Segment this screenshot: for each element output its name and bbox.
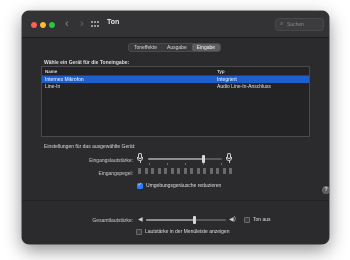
- speaker-icon: ◀: [138, 216, 143, 223]
- level-segment: [177, 168, 180, 174]
- sound-preferences-window: ‹ › Ton ⌕ Toneffekte Ausgabe Eingabe Wäh…: [22, 11, 329, 244]
- level-segment: [144, 168, 148, 174]
- mute-label[interactable]: Ton aus: [253, 217, 271, 223]
- noise-reduction-checkbox[interactable]: [137, 182, 143, 189]
- close-window-button[interactable]: [31, 22, 37, 28]
- slider-tick: [149, 163, 150, 165]
- slider-tick: [203, 163, 204, 165]
- help-icon[interactable]: ?: [322, 186, 329, 194]
- menu-bar-volume-label[interactable]: Lautstärke in der Menüleiste anzeigen: [145, 229, 230, 235]
- slider-tick: [221, 163, 222, 165]
- level-segment: [164, 168, 167, 174]
- device-type: Audio Line-In-Anschluss: [217, 84, 271, 90]
- grid-icon[interactable]: [91, 21, 100, 28]
- level-segment: [209, 168, 213, 174]
- microphone-loud-icon: [226, 153, 232, 164]
- slider-tick: [167, 163, 168, 165]
- input-level-label: Eingangspegel:: [98, 171, 133, 177]
- level-segment: [203, 168, 206, 174]
- table-row[interactable]: Line-In Audio Line-In-Anschluss: [42, 83, 309, 90]
- table-row[interactable]: Internes Mikrofon Integriert: [42, 76, 309, 83]
- noise-reduction-label[interactable]: Umgebungsgeräusche reduzieren: [146, 183, 221, 189]
- level-segment: [196, 168, 200, 174]
- maximize-window-button[interactable]: [49, 22, 55, 28]
- column-header-type[interactable]: Typ: [217, 69, 225, 74]
- column-header-name[interactable]: Name: [45, 69, 57, 74]
- input-level-meter: [138, 168, 236, 174]
- level-segment: [151, 168, 154, 174]
- tab-eingabe[interactable]: Eingabe: [191, 44, 221, 51]
- total-volume-knob[interactable]: [192, 216, 196, 224]
- title-bar: ‹ › Ton ⌕: [22, 11, 329, 38]
- level-segment: [190, 168, 193, 174]
- search-field[interactable]: ⌕: [275, 18, 324, 31]
- table-header: Name Typ: [42, 67, 309, 76]
- slider-tick: [185, 163, 186, 165]
- settings-section-label: Einstellungen für das ausgewählte Gerät:: [44, 144, 136, 150]
- level-segment: [229, 168, 232, 174]
- total-volume-label: Gesamtlautstärke:: [92, 218, 133, 224]
- level-segment: [222, 168, 226, 174]
- level-segment: [183, 168, 187, 174]
- search-icon: ⌕: [280, 21, 284, 27]
- device-table: Name Typ Internes Mikrofon Integriert Li…: [41, 66, 310, 137]
- tab-bar: Toneffekte Ausgabe Eingabe: [128, 43, 222, 52]
- level-segment: [157, 168, 161, 174]
- device-name: Line-In: [45, 84, 61, 90]
- microphone-icon: [137, 153, 143, 164]
- input-volume-slider[interactable]: [148, 155, 222, 163]
- mute-checkbox[interactable]: [244, 217, 250, 223]
- search-input[interactable]: [287, 20, 323, 30]
- speaker-loud-icon: ◀): [229, 216, 236, 223]
- window-title: Ton: [107, 19, 120, 26]
- total-volume-slider[interactable]: [146, 216, 226, 224]
- input-volume-fill: [148, 158, 204, 160]
- chevron-left-icon[interactable]: ‹: [65, 18, 69, 30]
- input-volume-label: Eingangslautstärke:: [89, 158, 133, 164]
- level-segment: [170, 168, 174, 174]
- tab-ausgabe[interactable]: Ausgabe: [162, 44, 192, 51]
- divider: [22, 200, 329, 201]
- minimize-window-button[interactable]: [40, 22, 46, 28]
- level-segment: [216, 168, 219, 174]
- level-segment: [138, 168, 141, 174]
- menu-bar-volume-checkbox[interactable]: [136, 229, 142, 235]
- chevron-right-icon[interactable]: ›: [80, 18, 84, 30]
- tab-toneffekte[interactable]: Toneffekte: [129, 44, 162, 51]
- input-volume-knob[interactable]: [202, 155, 205, 163]
- total-volume-fill: [146, 219, 194, 221]
